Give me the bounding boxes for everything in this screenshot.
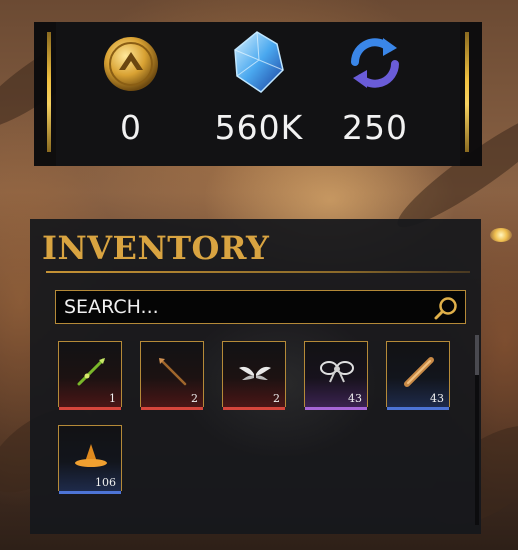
right-gold-accent [465,32,469,152]
title-divider [46,271,470,273]
inventory-panel: INVENTORY 1 2 2 [30,219,481,534]
inventory-slot[interactable]: 2 [222,341,286,410]
item-count: 43 [348,392,362,405]
ribbon-bow-icon [320,361,354,383]
green-spear-icon [77,358,105,386]
currency-crystal: 560K [204,30,314,160]
bronze-spear-icon [159,358,187,386]
item-count: 2 [273,392,280,405]
gold-amount: 0 [120,108,142,147]
scrollbar-thumb[interactable] [475,335,479,375]
inventory-slot[interactable]: 1 [58,341,122,410]
currency-refresh: 250 [320,30,430,160]
orange-hat-icon [75,444,107,467]
item-count: 1 [109,392,116,405]
rarity-bar [305,407,367,410]
item-count: 43 [430,392,444,405]
currency-panel: 0 560K 250 [34,22,482,166]
rarity-bar [141,407,203,410]
rarity-bar [59,407,121,410]
rarity-bar [223,407,285,410]
item-count: 106 [95,476,116,489]
crystal-amount: 560K [214,108,304,147]
item-count: 2 [191,392,198,405]
refresh-amount: 250 [342,108,408,147]
inventory-slot[interactable]: 2 [140,341,204,410]
gold-coin-icon [104,37,158,91]
wooden-scroll-icon [404,357,434,387]
search-bar [55,290,466,324]
inventory-scrollbar[interactable] [475,335,479,525]
search-icon[interactable] [433,295,459,321]
inventory-slot[interactable]: 43 [304,341,368,410]
rarity-bar [387,407,449,410]
left-gold-accent [47,32,51,152]
blue-crystal-icon [234,31,284,93]
search-input[interactable] [56,291,416,323]
white-wings-icon [239,366,271,380]
inventory-title: INVENTORY [42,229,270,267]
currency-gold: 0 [76,30,186,160]
inventory-slot[interactable]: 106 [58,425,122,494]
character-eye-glow [490,228,512,242]
rarity-bar [59,491,121,494]
refresh-token-icon [351,38,399,88]
inventory-slot[interactable]: 43 [386,341,450,410]
